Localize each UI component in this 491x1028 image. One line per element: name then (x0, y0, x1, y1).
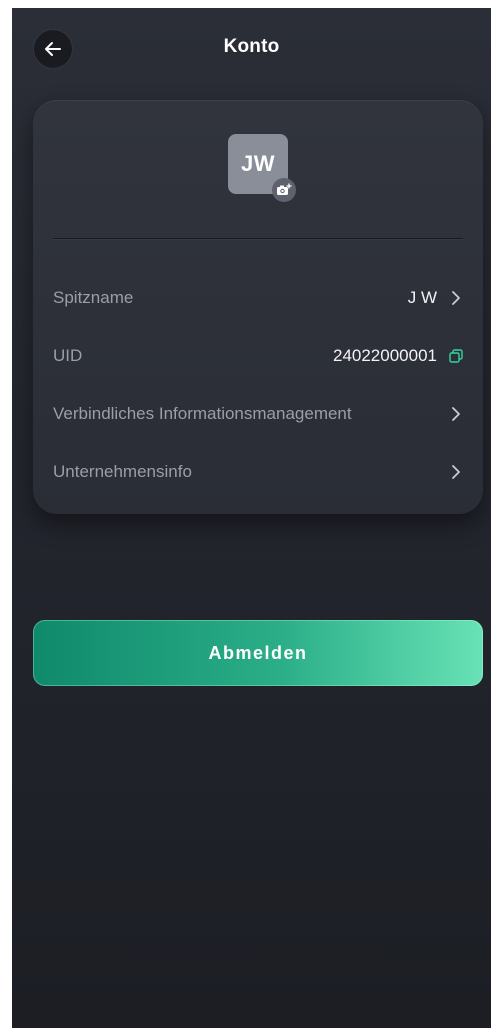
uid-label: UID (53, 346, 83, 365)
uid-row: UID 24022000001 (53, 336, 463, 376)
app-header: Konto (12, 8, 491, 88)
avatar-upload[interactable]: JW (228, 134, 300, 202)
company-info-row[interactable]: Unternehmensinfo (53, 452, 463, 492)
uid-value: 24022000001 (332, 346, 437, 365)
camera-plus-icon (272, 178, 296, 202)
chevron-right-icon (449, 465, 463, 479)
copy-icon[interactable] (449, 349, 463, 363)
page-title: Konto (223, 36, 280, 57)
account-card: JW Spitzname J W UID 24022000001 Verbind… (33, 100, 483, 514)
chevron-right-icon (449, 291, 463, 305)
nickname-value: J W (407, 288, 437, 307)
binding-info-row[interactable]: Verbindliches Informationsmanagement (53, 394, 463, 434)
nickname-row[interactable]: Spitzname J W (53, 278, 463, 318)
nickname-label: Spitzname (53, 288, 134, 307)
logout-button[interactable]: Abmelden (33, 620, 483, 686)
divider (53, 238, 463, 239)
company-info-label: Unternehmensinfo (53, 462, 192, 481)
account-screen: Konto JW Spitzname J W UID 24022000001 V… (12, 8, 491, 1028)
binding-info-label: Verbindliches Informationsmanagement (53, 404, 352, 423)
chevron-right-icon (449, 407, 463, 421)
